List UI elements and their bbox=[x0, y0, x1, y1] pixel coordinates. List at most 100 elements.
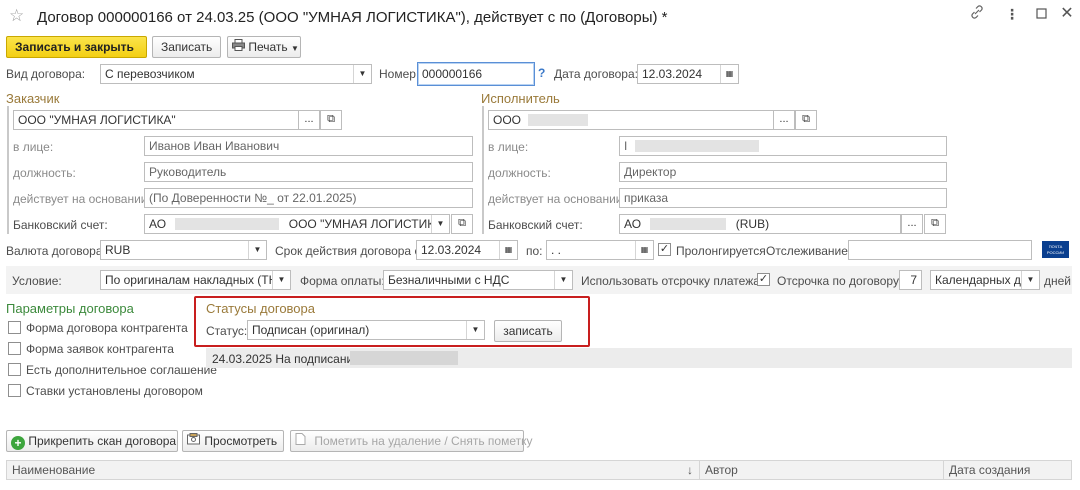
period-to-input[interactable]: . . ▦ bbox=[546, 240, 654, 260]
condition-value: По оригиналам накладных (ТН, bbox=[105, 273, 281, 287]
param-label-2: Форма заявок контрагента bbox=[26, 342, 174, 356]
executor-bank-select-button[interactable]: ... bbox=[901, 214, 923, 234]
attach-scan-button[interactable]: + Прикрепить скан договора bbox=[6, 430, 178, 452]
customer-basis-label: действует на основании: bbox=[13, 192, 151, 206]
customer-person-input[interactable]: Иванов Иван Иванович bbox=[144, 136, 473, 156]
redacted-text bbox=[175, 218, 280, 230]
russian-post-logo[interactable]: ПОЧТА РОССИИ bbox=[1042, 241, 1069, 258]
customer-basis-input[interactable]: (По Доверенности №_ от 22.01.2025) bbox=[144, 188, 473, 208]
period-from-input[interactable]: 12.03.2024 ▦ bbox=[416, 240, 518, 260]
save-button[interactable]: Записать bbox=[152, 36, 221, 58]
executor-person-label: в лице: bbox=[488, 140, 529, 154]
more-menu-icon[interactable]: ⋮ bbox=[1001, 5, 1023, 23]
prolong-checkbox[interactable]: ✓ bbox=[658, 243, 671, 256]
delay-type-value: Календарных дн bbox=[935, 273, 1028, 287]
customer-section-title: Заказчик bbox=[6, 91, 60, 106]
chevron-down-icon[interactable]: ▼ bbox=[466, 321, 484, 339]
customer-org-select-button[interactable]: ... bbox=[298, 110, 320, 130]
customer-bank-select[interactable]: АО ООО "УМНАЯ ЛОГИСТИКА" ▼ bbox=[144, 214, 450, 234]
customer-bank-suffix: ООО "УМНАЯ ЛОГИСТИКА" bbox=[288, 217, 447, 231]
contract-type-value: С перевозчиком bbox=[105, 67, 195, 81]
condition-select[interactable]: По оригиналам накладных (ТН, ▼ bbox=[100, 270, 291, 290]
number-label: Номер: bbox=[379, 67, 420, 81]
executor-bank-open-icon[interactable]: ⧉ bbox=[924, 214, 946, 234]
number-input[interactable]: 000000166 bbox=[417, 62, 535, 86]
tracking-input[interactable] bbox=[848, 240, 1032, 260]
executor-basis-label: действует на основании: bbox=[488, 192, 626, 206]
executor-org-input[interactable]: ООО bbox=[488, 110, 774, 130]
chevron-down-icon[interactable]: ▼ bbox=[431, 215, 449, 233]
customer-person-label: в лице: bbox=[13, 140, 54, 154]
redacted-text bbox=[634, 140, 759, 152]
use-delay-label: Использовать отсрочку платежа: bbox=[581, 274, 764, 288]
add-icon: + bbox=[11, 436, 25, 450]
maximize-icon[interactable] bbox=[1030, 5, 1052, 23]
payment-value: Безналичными с НДС bbox=[388, 273, 510, 287]
executor-bank-select[interactable]: АО (RUB) bbox=[619, 214, 901, 234]
help-icon[interactable]: ? bbox=[538, 66, 545, 80]
status-select[interactable]: Подписан (оригинал) ▼ bbox=[247, 320, 485, 340]
period-label: Срок действия договора с: bbox=[275, 244, 424, 258]
use-delay-checkbox[interactable]: ✓ bbox=[757, 273, 770, 286]
close-icon[interactable]: ✕ bbox=[1056, 5, 1078, 23]
chevron-down-icon[interactable]: ▼ bbox=[272, 271, 290, 289]
status-value: Подписан (оригинал) bbox=[252, 323, 370, 337]
calendar-icon[interactable]: ▦ bbox=[635, 241, 653, 259]
param-checkbox-1[interactable] bbox=[8, 321, 21, 334]
payment-select[interactable]: Безналичными с НДС ▼ bbox=[383, 270, 573, 290]
view-icon bbox=[187, 431, 201, 451]
chevron-down-icon[interactable]: ▼ bbox=[554, 271, 572, 289]
customer-org-input[interactable]: ООО "УМНАЯ ЛОГИСТИКА" bbox=[13, 110, 299, 130]
currency-select[interactable]: RUB ▼ bbox=[100, 240, 267, 260]
executor-position-input[interactable]: Директор bbox=[619, 162, 947, 182]
link-icon[interactable] bbox=[966, 5, 988, 23]
executor-org-open-icon[interactable]: ⧉ bbox=[795, 110, 817, 130]
statuses-section-title: Статусы договора bbox=[206, 301, 316, 316]
contract-date-input[interactable]: 12.03.2024 ▦ bbox=[637, 64, 739, 84]
tracking-label: Отслеживание: bbox=[766, 244, 852, 258]
print-button[interactable]: Печать ▼ bbox=[227, 36, 301, 58]
customer-position-input[interactable]: Руководитель bbox=[144, 162, 473, 182]
printer-icon bbox=[232, 37, 245, 57]
chevron-down-icon[interactable]: ▼ bbox=[353, 65, 371, 83]
param-checkbox-2[interactable] bbox=[8, 342, 21, 355]
param-checkbox-4[interactable] bbox=[8, 384, 21, 397]
delay-type-select[interactable]: Календарных дн ▼ bbox=[930, 270, 1040, 290]
currency-value: RUB bbox=[105, 243, 131, 257]
calendar-icon[interactable]: ▦ bbox=[720, 65, 738, 83]
russian-post-logo-text: ПОЧТА РОССИИ bbox=[1046, 244, 1065, 255]
contract-type-select[interactable]: С перевозчиком ▼ bbox=[100, 64, 372, 84]
prolong-label: Пролонгируется bbox=[676, 244, 766, 258]
executor-bank-prefix: АО bbox=[624, 217, 642, 231]
column-name[interactable]: Наименование ↓ bbox=[7, 461, 699, 479]
column-created[interactable]: Дата создания bbox=[943, 461, 1071, 479]
delay-input[interactable]: 7 bbox=[899, 270, 922, 290]
status-label: Статус: bbox=[206, 324, 248, 338]
executor-basis-input[interactable]: приказа bbox=[619, 188, 947, 208]
status-history-text: 24.03.2025 На подписании bbox=[212, 352, 360, 366]
chevron-down-icon[interactable]: ▼ bbox=[248, 241, 266, 259]
column-author[interactable]: Автор bbox=[699, 461, 943, 479]
customer-org-open-icon[interactable]: ⧉ bbox=[320, 110, 342, 130]
customer-position-label: должность: bbox=[13, 166, 76, 180]
column-author-label: Автор bbox=[705, 463, 738, 477]
customer-bank-open-icon[interactable]: ⧉ bbox=[451, 214, 473, 234]
redacted-text bbox=[650, 218, 727, 230]
print-label: Печать bbox=[248, 40, 288, 54]
executor-person-input[interactable]: I bbox=[619, 136, 947, 156]
params-section-title: Параметры договора bbox=[6, 301, 134, 316]
executor-org-select-button[interactable]: ... bbox=[773, 110, 795, 130]
sort-down-icon[interactable]: ↓ bbox=[687, 461, 693, 479]
chevron-down-icon[interactable]: ▼ bbox=[1021, 271, 1039, 289]
column-created-label: Дата создания bbox=[949, 463, 1031, 477]
calendar-icon[interactable]: ▦ bbox=[499, 241, 517, 259]
param-label-4: Ставки установлены договором bbox=[26, 384, 203, 398]
favorite-star-icon[interactable]: ☆ bbox=[9, 6, 24, 26]
mark-delete-button[interactable]: Пометить на удаление / Снять пометку bbox=[290, 430, 533, 452]
save-and-close-button[interactable]: Записать и закрыть bbox=[6, 36, 147, 58]
attachments-table-header: Наименование ↓ Автор Дата создания bbox=[6, 460, 1072, 480]
param-checkbox-3[interactable] bbox=[8, 363, 21, 376]
customer-bank-label: Банковский счет: bbox=[13, 218, 108, 232]
view-button[interactable]: Просмотреть bbox=[182, 430, 284, 452]
status-save-button[interactable]: записать bbox=[494, 320, 562, 342]
